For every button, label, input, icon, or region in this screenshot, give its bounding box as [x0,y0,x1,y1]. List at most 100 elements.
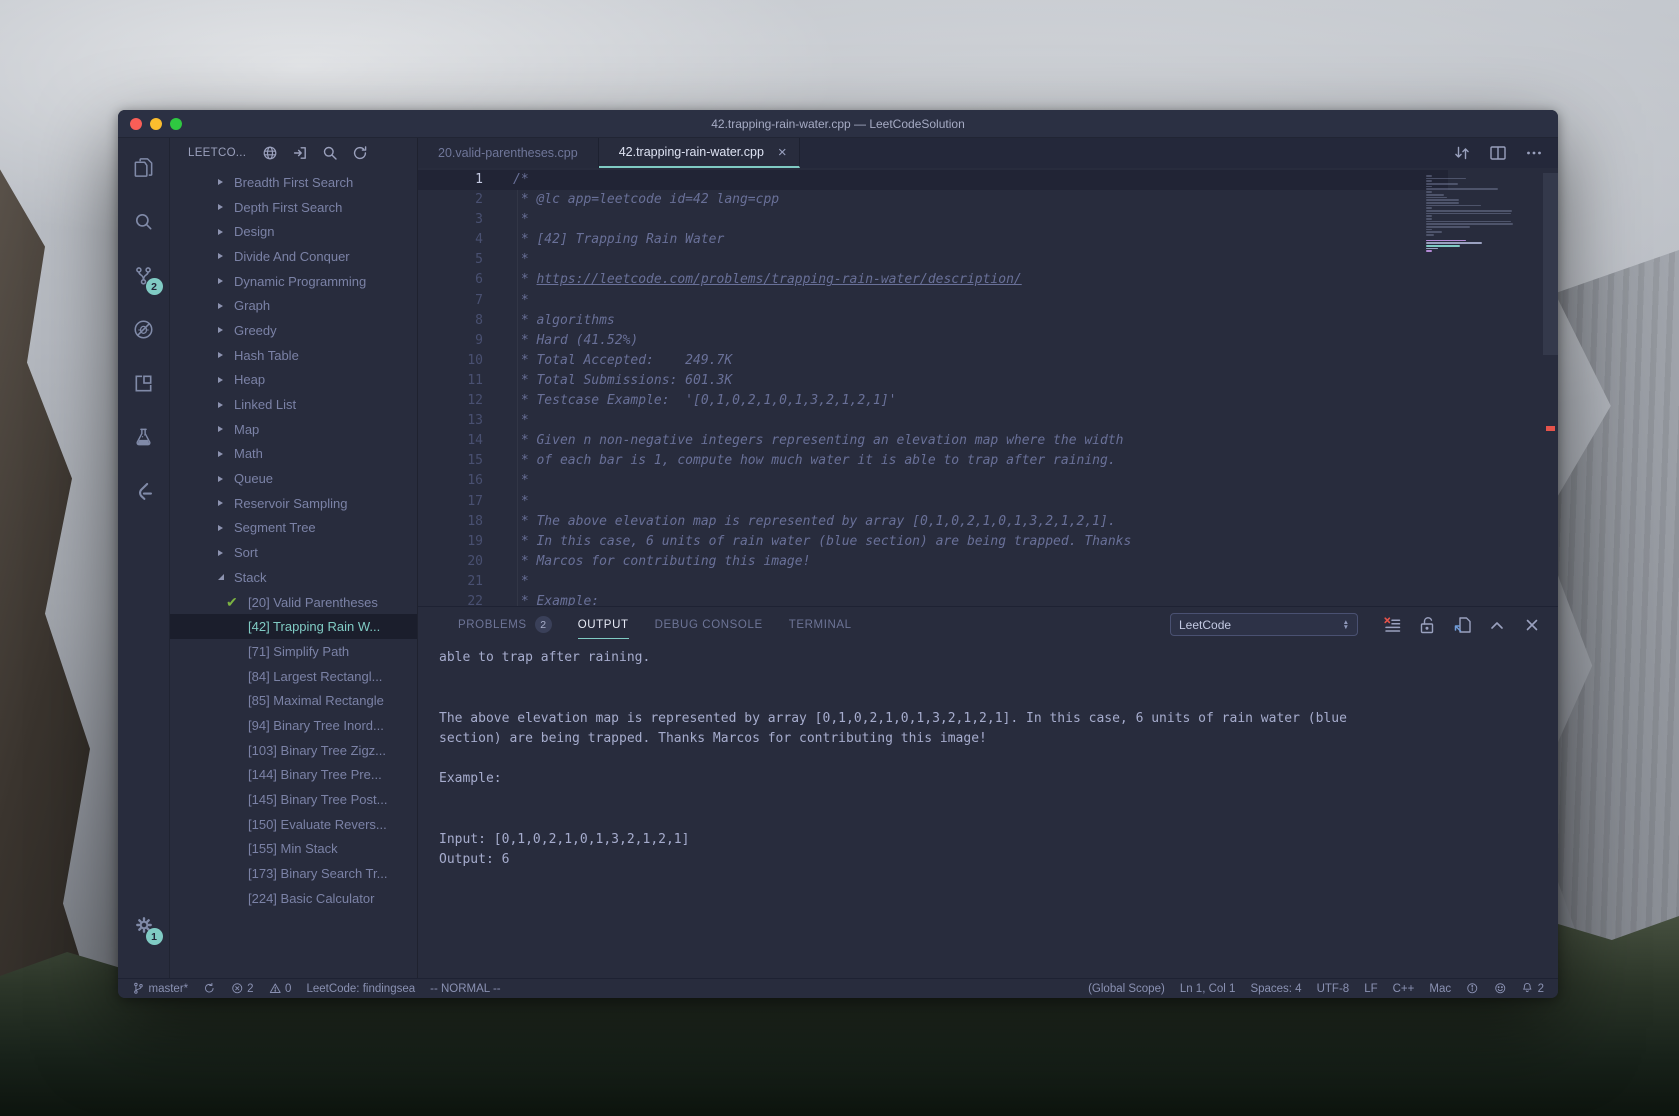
status-item-info[interactable] [1466,982,1479,995]
status-item-git-branch[interactable]: master* [132,982,188,995]
tree-item[interactable]: Segment Tree [170,516,417,541]
tree-item[interactable]: Queue [170,466,417,491]
status-item-vim-mode[interactable]: -- NORMAL -- [430,983,500,995]
tree-item[interactable]: Breadth First Search [170,170,417,195]
chevron-right-icon[interactable] [218,540,234,565]
code-line[interactable]: 4 * [42] Trapping Rain Water [418,230,1448,250]
code-line[interactable]: 9 * Hard (41.52%) [418,331,1448,351]
code-line[interactable]: 5 * [418,250,1448,270]
tree-item[interactable]: Divide And Conquer [170,244,417,269]
chevron-right-icon[interactable] [218,392,234,417]
tree-item[interactable]: [144] Binary Tree Pre... [170,763,417,788]
code-line[interactable]: 16 * [418,471,1448,491]
tree-item[interactable]: Design [170,219,417,244]
tree-item[interactable]: Hash Table [170,343,417,368]
status-item-encoding[interactable]: UTF-8 [1317,983,1350,995]
activity-leetcode[interactable] [118,464,170,518]
chevron-right-icon[interactable] [218,170,234,195]
code-line[interactable]: 1 /* [418,170,1448,191]
editor-scrollbar[interactable] [1543,168,1558,606]
tree-item[interactable]: ✔ [20] Valid Parentheses [170,590,417,615]
code-editor[interactable]: 1/* 2 * @lc app=leetcode id=42 lang=cpp 3 … [418,168,1558,606]
output-content[interactable]: able to trap after raining. The above ele… [418,642,1558,978]
code-line[interactable]: 15 * of each bar is 1, compute how much … [418,451,1448,471]
chevron-right-icon[interactable] [218,368,234,393]
tree-item[interactable]: Depth First Search [170,195,417,220]
code-line[interactable]: 12 * Testcase Example: '[0,1,0,2,1,0,1,3… [418,391,1448,411]
tree-item[interactable]: [94] Binary Tree Inord... [170,713,417,738]
status-item-leetcode-user[interactable]: LeetCode: findingsea [306,983,415,995]
search-icon[interactable] [322,145,338,161]
panel-tab-terminal[interactable]: TERMINAL [789,607,852,642]
tree-item[interactable]: Linked List [170,392,417,417]
tree-item[interactable]: [224] Basic Calculator [170,886,417,911]
panel-tab-debug-console[interactable]: DEBUG CONSOLE [655,607,763,642]
chevron-right-icon[interactable] [218,343,234,368]
status-item-platform[interactable]: Mac [1429,983,1451,995]
minimap[interactable] [1426,175,1518,253]
activity-search[interactable] [118,194,170,248]
clear-output-icon[interactable] [1382,615,1402,635]
code-line[interactable]: 11 * Total Submissions: 601.3K [418,371,1448,391]
more-actions-icon[interactable] [1524,143,1544,163]
tree-item[interactable]: Reservoir Sampling [170,491,417,516]
open-changes-icon[interactable] [1452,143,1472,163]
code-line[interactable]: 2 * @lc app=leetcode id=42 lang=cpp [418,190,1448,210]
maximize-panel-icon[interactable] [1487,615,1507,635]
globe-icon[interactable] [262,145,278,161]
output-channel-select[interactable]: LeetCode ▲ ▼ [1170,613,1358,636]
tree-item[interactable]: Math [170,442,417,467]
chevron-right-icon[interactable] [218,442,234,467]
status-item-feedback[interactable] [1494,982,1507,995]
code-line[interactable]: 6 * https://leetcode.com/problems/trappi… [418,270,1448,290]
tree-item[interactable]: Graph [170,293,417,318]
chevron-right-icon[interactable] [218,244,234,269]
tree-item[interactable]: Stack [170,565,417,590]
status-item-eol[interactable]: LF [1364,983,1377,995]
tree-item[interactable]: [155] Min Stack [170,837,417,862]
code-line[interactable]: 22 * Example: [418,592,1448,606]
code-line[interactable]: 8 * algorithms [418,311,1448,331]
scrollbar-slider[interactable] [1543,173,1558,355]
activity-settings[interactable]: 1 [118,898,170,952]
code-line[interactable]: 13 * [418,411,1448,431]
activity-debug-disabled[interactable] [118,302,170,356]
close-tab-icon[interactable]: × [778,145,787,160]
code-line[interactable]: 18 * The above elevation map is represen… [418,512,1448,532]
code-line[interactable]: 19 * In this case, 6 units of rain water… [418,532,1448,552]
status-item-errors[interactable]: 2 [231,982,254,995]
unlock-icon[interactable] [1417,615,1437,635]
split-editor-icon[interactable] [1488,143,1508,163]
tree-item[interactable]: [145] Binary Tree Post... [170,787,417,812]
tree-item[interactable]: [173] Binary Search Tr... [170,861,417,886]
code-line[interactable]: 17 * [418,492,1448,512]
close-panel-icon[interactable] [1522,615,1542,635]
tree-item[interactable]: Sort [170,540,417,565]
panel-tab-problems[interactable]: PROBLEMS 2 [458,607,552,642]
activity-source-control[interactable]: 2 [118,248,170,302]
tree-item[interactable]: [42] Trapping Rain W... [170,614,417,640]
tab-trapping-rain-water[interactable]: 42.trapping-rain-water.cpp × [598,138,800,168]
tree-item[interactable]: Heap [170,368,417,393]
code-link[interactable]: https://leetcode.com/problems/trapping-r… [536,272,1021,287]
panel-tab-output[interactable]: OUTPUT [577,607,629,642]
code-line[interactable]: 10 * Total Accepted: 249.7K [418,351,1448,371]
code-line[interactable]: 14 * Given n non-negative integers repre… [418,431,1448,451]
chevron-right-icon[interactable] [218,318,234,343]
activity-extensions[interactable] [118,356,170,410]
status-item-indentation[interactable]: Spaces: 4 [1250,983,1301,995]
chevron-right-icon[interactable] [218,491,234,516]
chevron-right-icon[interactable] [218,466,234,491]
tree-item[interactable]: Dynamic Programming [170,269,417,294]
status-item-language-mode[interactable]: C++ [1393,983,1415,995]
tab-valid-parentheses[interactable]: 20.valid-parentheses.cpp [418,138,599,168]
refresh-icon[interactable] [352,145,368,161]
chevron-right-icon[interactable] [218,219,234,244]
chevron-right-icon[interactable] [218,195,234,220]
activity-test-explorer[interactable] [118,410,170,464]
zoom-window-button[interactable] [170,117,182,130]
chevron-down-icon[interactable] [218,565,234,590]
tree-item[interactable]: [103] Binary Tree Zigz... [170,738,417,763]
status-item-warnings[interactable]: 0 [269,982,291,995]
activity-explorer[interactable] [118,140,170,194]
